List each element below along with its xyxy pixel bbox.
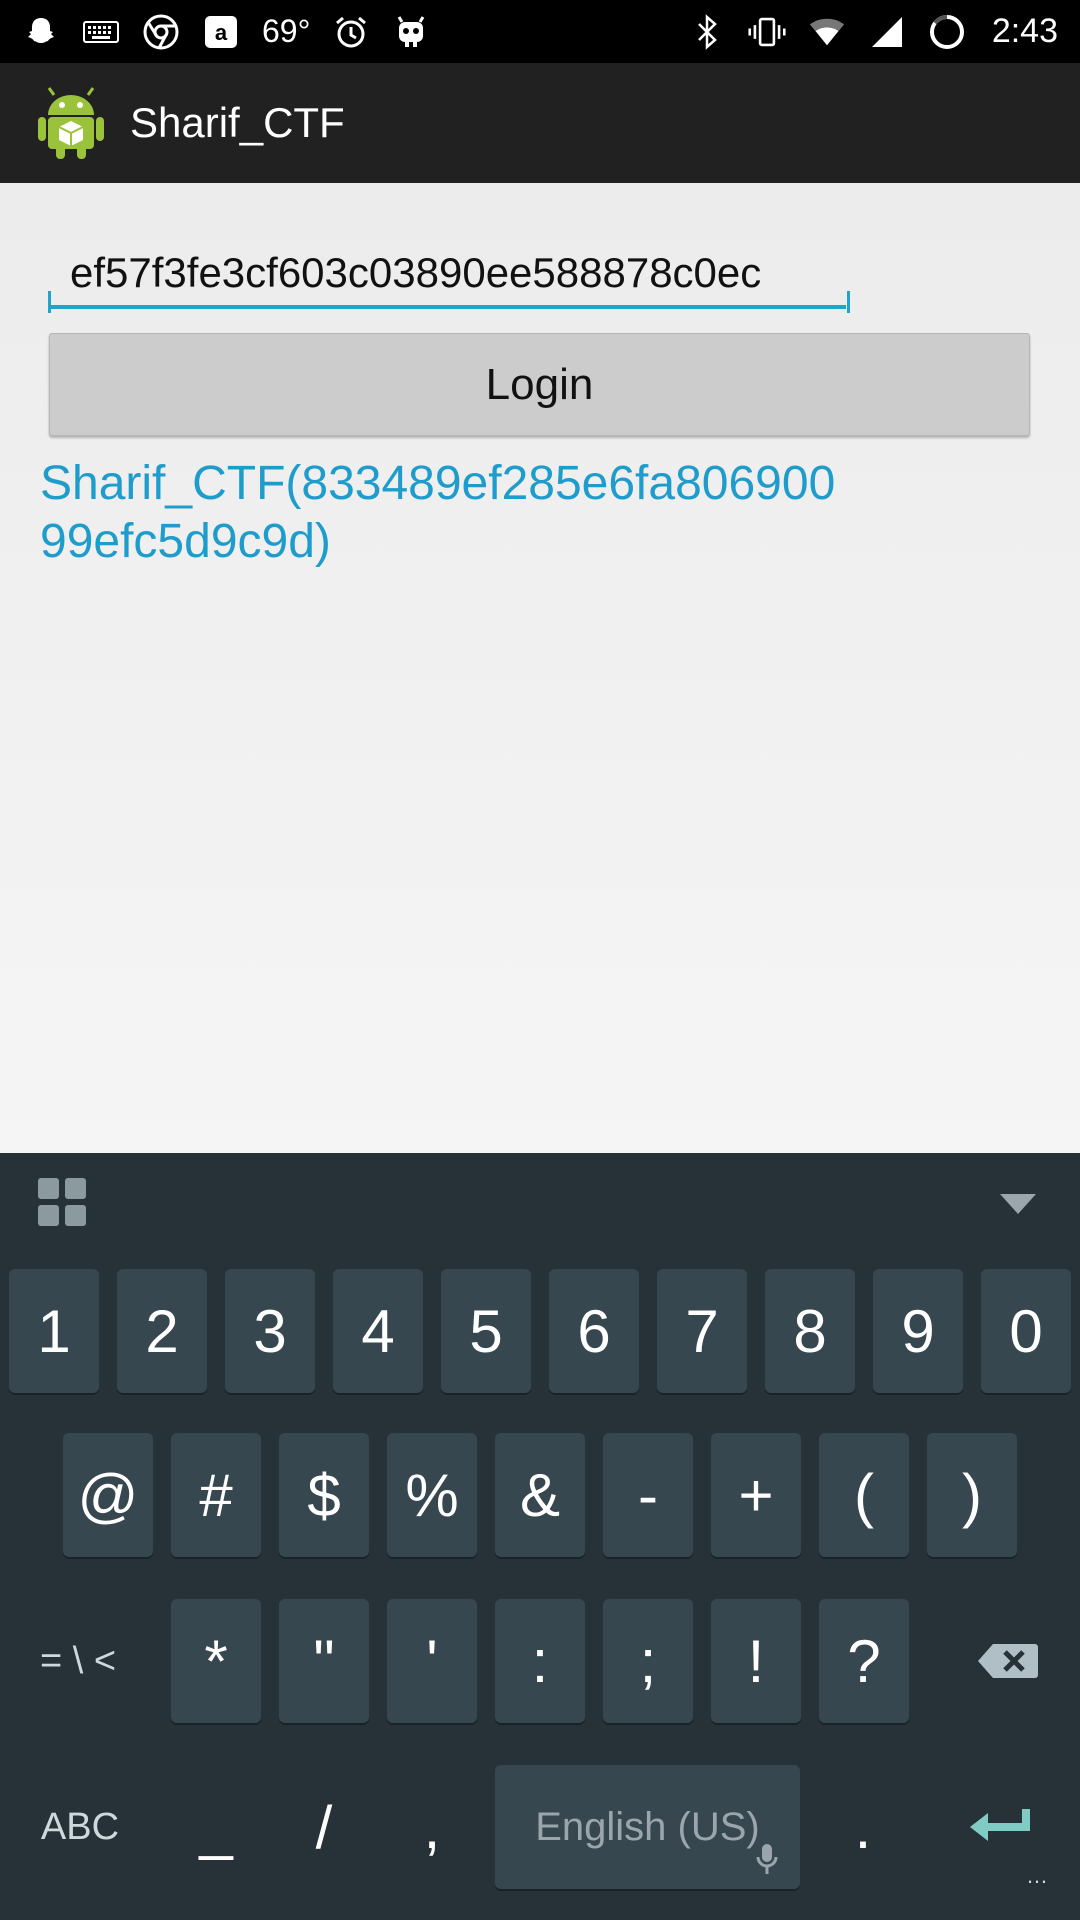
wifi-icon [808,13,846,51]
chrome-icon [142,13,180,51]
vibrate-icon [748,13,786,51]
key-symbol[interactable]: : [495,1599,585,1723]
key-symbol[interactable]: $ [279,1433,369,1557]
space-key[interactable]: English (US) [495,1765,800,1889]
backspace-icon [978,1644,1038,1678]
key-1[interactable]: 1 [9,1269,99,1393]
svg-text:a: a [215,20,228,45]
alarm-icon [332,13,370,51]
key-symbol[interactable]: ) [927,1433,1017,1557]
key-symbol[interactable]: / [279,1765,369,1889]
battery-icon [928,13,966,51]
key-symbol[interactable]: * [171,1599,261,1723]
soft-keyboard: 1 2 3 4 5 6 7 8 9 0 @ # $% & - +() = \ < * " ':;!? ABC _ /, Eng… [0,1153,1080,1920]
symbols-more-key[interactable]: = \ < [8,1599,148,1723]
temperature: 69° [262,13,311,49]
status-bar: a 69° 2:43 [0,0,1080,63]
input-underline-ticks [48,291,850,313]
keyboard-icon [82,13,120,51]
key-symbol[interactable]: & [495,1433,585,1557]
chevron-down-icon[interactable] [996,1188,1040,1218]
key-symbol[interactable]: _ [171,1765,261,1889]
key-symbol[interactable]: , [387,1765,477,1889]
mic-icon [756,1841,778,1875]
key-symbol[interactable]: + [711,1433,801,1557]
key-symbol[interactable]: # [171,1433,261,1557]
signal-icon [868,13,906,51]
status-right: 2:43 [688,12,1058,51]
key-0[interactable]: 0 [981,1269,1071,1393]
key-symbol[interactable]: " [279,1599,369,1723]
key-symbol[interactable]: ? [819,1599,909,1723]
snapchat-icon [22,13,60,51]
enter-icon [970,1809,1030,1841]
clock: 2:43 [991,12,1058,50]
key-symbol[interactable]: % [387,1433,477,1557]
amazon-icon: a [202,13,240,51]
key-5[interactable]: 5 [441,1269,531,1393]
key-9[interactable]: 9 [873,1269,963,1393]
key-symbol[interactable]: ' [387,1599,477,1723]
space-key-label: English (US) [535,1804,760,1849]
status-left: a 69° [22,13,430,51]
key-symbol[interactable]: @ [63,1433,153,1557]
login-button[interactable]: Login [49,333,1030,436]
key-7[interactable]: 7 [657,1269,747,1393]
keyboard-toolbar [0,1153,1080,1253]
key-6[interactable]: 6 [549,1269,639,1393]
bluetooth-icon [688,13,726,51]
key-symbol[interactable]: ! [711,1599,801,1723]
key-symbol[interactable]: ( [819,1433,909,1557]
abc-key[interactable]: ABC [20,1765,140,1889]
more-dots-icon: … [1026,1863,1048,1888]
action-bar: Sharif_CTF [0,63,1080,183]
app-title: Sharif_CTF [130,99,345,146]
keyboard-menu-icon[interactable] [38,1178,86,1226]
backspace-key[interactable] [960,1599,1056,1723]
key-3[interactable]: 3 [225,1269,315,1393]
main-content: Login Sharif_CTF(833489ef285e6fa80690099… [0,183,1080,1153]
key-symbol[interactable]: - [603,1433,693,1557]
period-key[interactable]: . [818,1765,908,1889]
enter-key[interactable]: … [940,1765,1060,1889]
key-symbol[interactable]: ; [603,1599,693,1723]
result-text: Sharif_CTF(833489ef285e6fa80690099efc5d9… [40,457,836,568]
android-app-icon [36,85,106,161]
key-4[interactable]: 4 [333,1269,423,1393]
cyanogen-icon [392,13,430,51]
key-8[interactable]: 8 [765,1269,855,1393]
key-2[interactable]: 2 [117,1269,207,1393]
